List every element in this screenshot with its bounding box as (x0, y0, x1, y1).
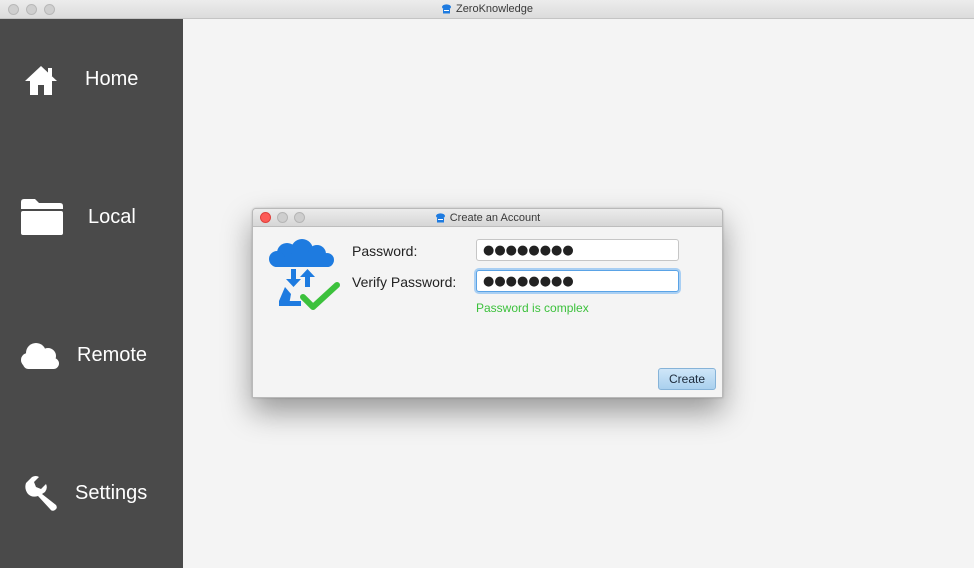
dialog-minimize-button[interactable] (277, 212, 288, 223)
verify-password-label: Verify Password: (352, 274, 457, 290)
dialog-title-group: Create an Account (435, 211, 541, 224)
dialog-close-button[interactable] (260, 212, 271, 223)
sidebar-item-label: Settings (75, 482, 148, 504)
window-title-group: ZeroKnowledge (441, 3, 533, 15)
zoom-window-button[interactable] (44, 4, 55, 15)
sidebar-item-settings[interactable]: Settings (0, 454, 183, 534)
home-icon (25, 66, 57, 95)
verify-password-input[interactable] (476, 270, 679, 292)
close-window-button[interactable] (8, 4, 19, 15)
password-strength-status: Password is complex (476, 301, 589, 315)
window-titlebar: ZeroKnowledge (0, 0, 974, 19)
sidebar-item-remote[interactable]: Remote (0, 316, 183, 396)
dialog-title: Create an Account (449, 211, 541, 224)
cloud-sync-check-icon (269, 239, 340, 310)
window-controls (8, 4, 55, 15)
sidebar-item-label: Remote (77, 344, 148, 366)
minimize-window-button[interactable] (26, 4, 37, 15)
zeroknowledge-logo-icon (435, 212, 445, 222)
zeroknowledge-logo-icon (441, 4, 451, 14)
dialog-window-controls (260, 212, 305, 223)
wrench-icon (25, 476, 57, 511)
folder-icon (21, 199, 63, 235)
cloud-icon (21, 343, 59, 369)
sidebar-item-label: Local (88, 206, 136, 228)
create-button[interactable]: Create (658, 368, 716, 390)
sidebar: Home Local Remote Settings (0, 19, 183, 568)
password-input[interactable] (476, 239, 679, 261)
sidebar-item-local[interactable]: Local (0, 178, 183, 258)
dialog-titlebar: Create an Account (253, 209, 722, 227)
password-label: Password: (352, 243, 418, 259)
sidebar-item-label: Home (85, 68, 139, 90)
dialog-zoom-button[interactable] (294, 212, 305, 223)
sidebar-item-home[interactable]: Home (0, 40, 183, 120)
window-title: ZeroKnowledge (455, 3, 534, 15)
create-account-dialog: Create an Account Password: Verify Passw… (252, 208, 723, 398)
